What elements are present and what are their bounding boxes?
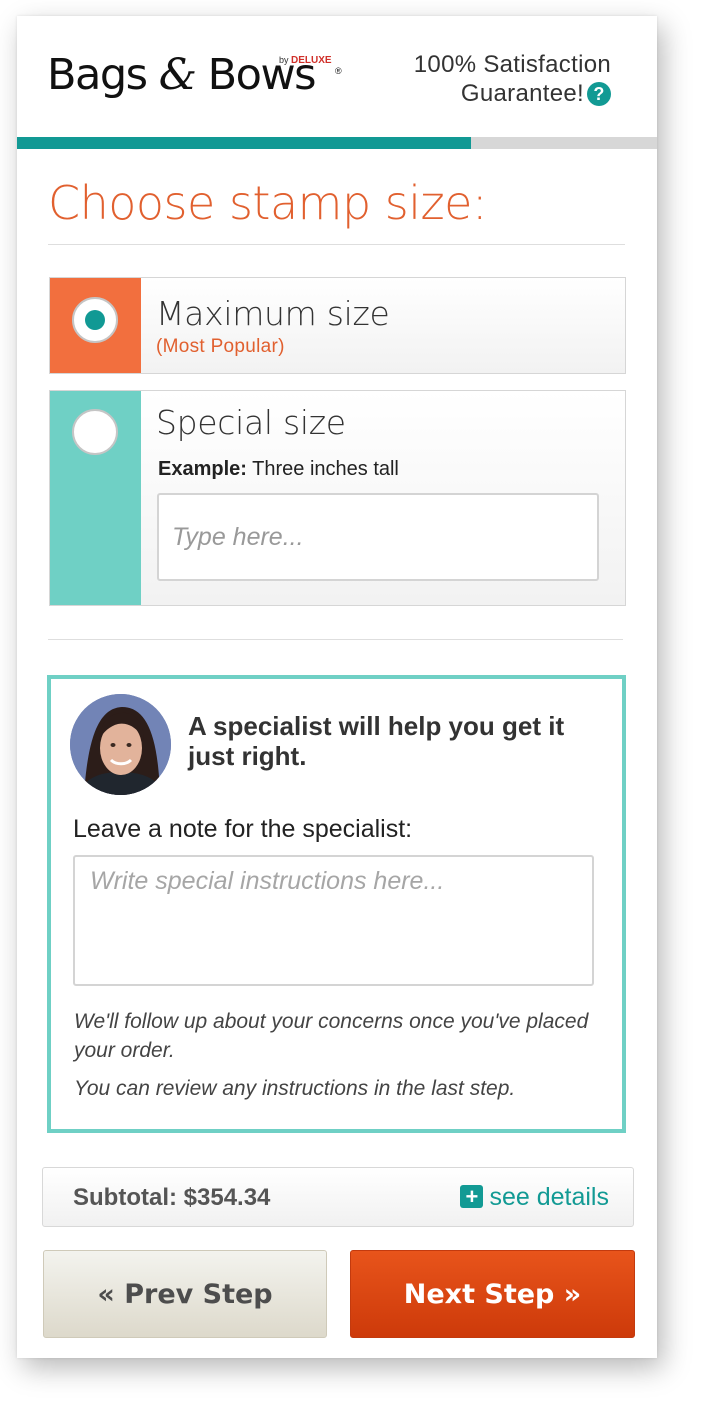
see-details-label: see details (489, 1183, 609, 1211)
order-form-card: Bags & Bows by DELUXE ® 100% Satisfactio… (17, 16, 657, 1358)
radio-special-size[interactable] (72, 409, 118, 455)
note-label: Leave a note for the specialist: (73, 815, 413, 843)
guarantee-line-2: Guarantee! (460, 80, 584, 107)
option-marker (50, 278, 141, 373)
option-special-size[interactable]: Special size Example: Three inches tall (49, 390, 626, 606)
guarantee-line-1: 100% Satisfaction (413, 51, 611, 78)
specialist-heading: A specialist will help you get it just r… (188, 711, 565, 771)
site-header: Bags & Bows by DELUXE ® 100% Satisfactio… (17, 16, 657, 137)
specialist-note-textarea[interactable] (73, 855, 594, 986)
subtotal-bar: Subtotal: $354.34 + see details (42, 1167, 634, 1227)
help-icon[interactable]: ? (587, 82, 611, 106)
title-divider (48, 244, 625, 245)
section-divider (48, 639, 623, 640)
brand-logo[interactable]: Bags & Bows (47, 50, 317, 100)
size-example: Example: Three inches tall (158, 458, 399, 481)
prev-step-button[interactable]: « Prev Step (43, 1250, 327, 1338)
satisfaction-guarantee: 100% Satisfaction Guarantee!? (371, 50, 611, 108)
option-label: Special size (156, 403, 346, 442)
example-label: Example: (158, 458, 247, 480)
option-sublabel: (Most Popular) (156, 336, 285, 357)
option-label: Maximum size (156, 294, 390, 333)
specialist-panel: A specialist will help you get it just r… (47, 675, 626, 1133)
page-title: Choose stamp size: (48, 176, 487, 230)
radio-maximum-size[interactable] (72, 297, 118, 343)
subtotal-amount: Subtotal: $354.34 (73, 1184, 271, 1211)
specialist-avatar (70, 694, 171, 795)
followup-note: We'll follow up about your concerns once… (74, 1010, 589, 1062)
plus-square-icon: + (460, 1185, 484, 1208)
radio-selected-dot (85, 310, 105, 330)
next-step-button[interactable]: Next Step » (350, 1250, 635, 1338)
registered-mark: ® (335, 66, 342, 76)
brand-parent-tag: by DELUXE (279, 55, 332, 66)
review-note: You can review any instructions in the l… (74, 1077, 516, 1100)
example-text: Three inches tall (252, 458, 399, 480)
special-size-input[interactable] (157, 493, 599, 581)
see-details-link[interactable]: + see details (460, 1183, 609, 1212)
progress-bar-fill (17, 137, 472, 149)
option-marker (50, 391, 141, 605)
option-maximum-size[interactable]: Maximum size (Most Popular) (49, 277, 626, 374)
progress-bar (17, 137, 657, 149)
